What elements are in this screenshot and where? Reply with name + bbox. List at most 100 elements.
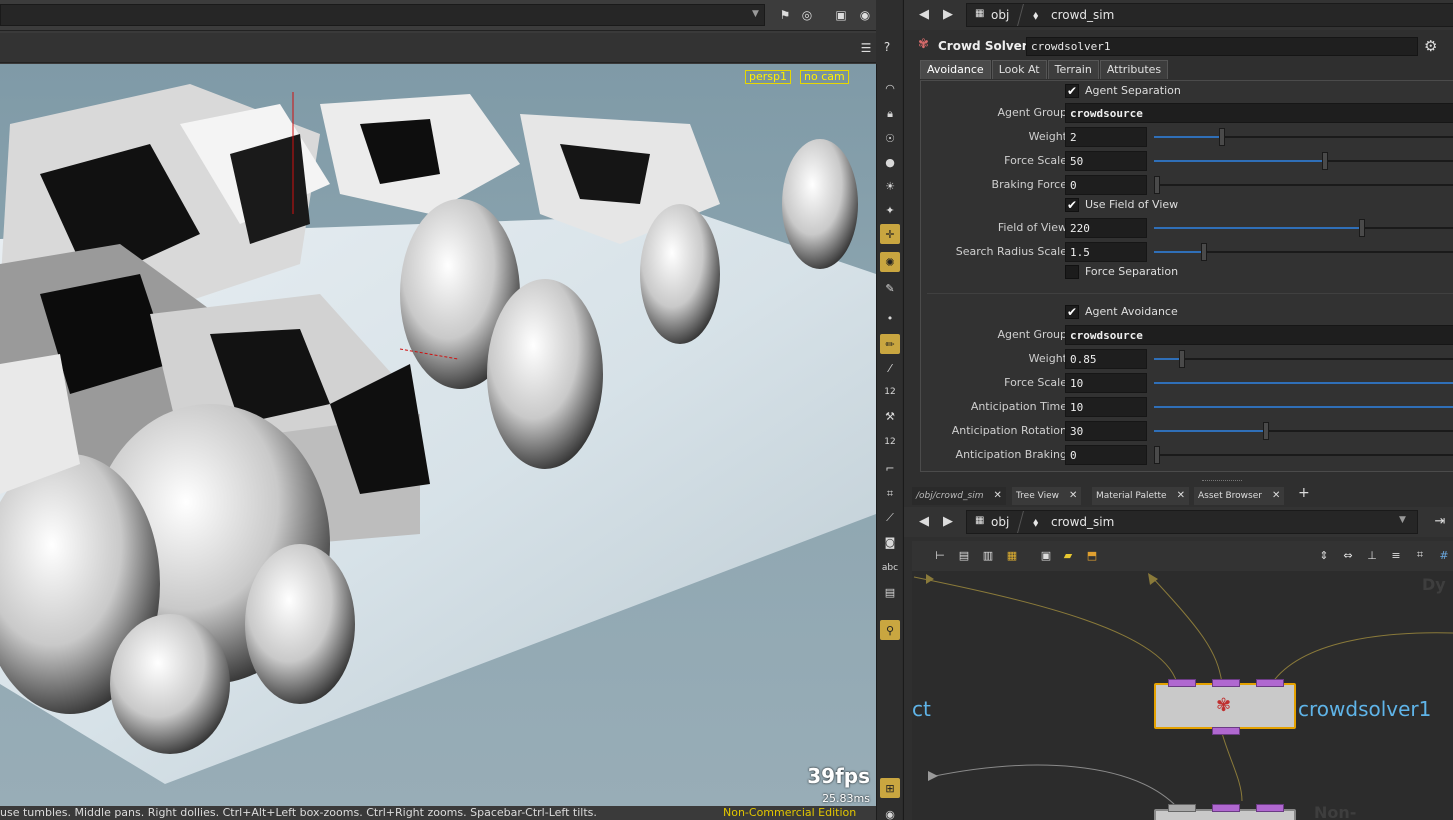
path-root[interactable]: obj — [991, 8, 1009, 22]
net-path-root[interactable]: obj — [991, 515, 1009, 529]
input-port[interactable] — [1212, 679, 1240, 687]
chevron-down-icon[interactable]: ▼ — [1399, 515, 1406, 525]
path-breadcrumb[interactable]: ▦ obj ⬧ crowd_sim — [966, 3, 1453, 27]
braking-force-slider[interactable] — [1154, 176, 1453, 194]
close-icon[interactable]: ✕ — [1177, 490, 1185, 501]
node-name-field[interactable]: crowdsolver1 — [1026, 37, 1418, 56]
align-horizontal-icon[interactable]: ⇔ — [1340, 547, 1356, 563]
sep-weight-field[interactable]: 2 — [1065, 127, 1147, 147]
corner-icon[interactable]: ⌐ — [880, 458, 900, 478]
back-icon[interactable]: ◀ — [916, 6, 932, 22]
target-icon[interactable]: ✛ — [880, 224, 900, 244]
number-icon[interactable]: 12 — [880, 382, 900, 402]
bone-icon[interactable]: ✦ — [880, 200, 900, 220]
tab-avoidance[interactable]: Avoidance — [920, 60, 991, 79]
layout-icon[interactable]: ⊞ — [880, 778, 900, 798]
desktop-dropdown[interactable]: ▼ — [0, 4, 765, 26]
back-icon[interactable]: ◀ — [916, 513, 932, 529]
3d-viewport[interactable]: persp1 no cam 39fps 25.83ms — [0, 64, 876, 807]
agent-avoidance-checkbox[interactable]: ✔ — [1065, 305, 1079, 319]
braking-force-field[interactable]: 0 — [1065, 175, 1147, 195]
dropper-icon[interactable]: ⁄ — [880, 358, 900, 378]
box-icon[interactable]: ⬒ — [1084, 547, 1100, 563]
fov-slider[interactable] — [1154, 219, 1453, 237]
close-icon[interactable]: ✕ — [993, 490, 1001, 501]
display-options-icon[interactable]: ☰ — [857, 39, 875, 57]
cam-select-menu[interactable]: no cam — [800, 70, 849, 84]
input-port[interactable] — [1256, 804, 1284, 812]
input-port[interactable] — [1212, 804, 1240, 812]
knife-icon[interactable]: ⟋ — [880, 508, 900, 528]
tab-obj-crowd-sim[interactable]: /obj/crowd_sim ✕ — [912, 487, 1006, 505]
stack-icon[interactable]: ≡ — [1388, 547, 1404, 563]
stack-icon[interactable]: ◙ — [880, 532, 900, 552]
photo-icon[interactable]: ▤ — [880, 582, 900, 602]
gear-icon[interactable]: ⚙ — [1424, 37, 1437, 55]
dot-icon[interactable]: • — [880, 308, 900, 328]
light-icon[interactable]: ☀ — [880, 176, 900, 196]
tab-look-at[interactable]: Look At — [991, 60, 1047, 79]
net-path-network[interactable]: crowd_sim — [1051, 515, 1114, 529]
anticipation-time-slider[interactable] — [1154, 406, 1453, 408]
anticipation-time-field[interactable]: 10 — [1065, 397, 1147, 417]
distribute-icon[interactable]: ⊥ — [1364, 547, 1380, 563]
pin-icon[interactable]: ⚑ — [776, 6, 794, 24]
input-port[interactable] — [1168, 679, 1196, 687]
grid-icon[interactable]: # — [1436, 547, 1452, 563]
tab-asset-browser[interactable]: Asset Browser ✕ — [1194, 487, 1285, 505]
target-icon[interactable]: ◎ — [798, 6, 816, 24]
cube-icon[interactable]: ▣ — [832, 6, 850, 24]
path-network[interactable]: crowd_sim — [1051, 8, 1114, 22]
sep-weight-slider[interactable] — [1154, 128, 1453, 146]
avo-force-scale-field[interactable]: 10 — [1065, 373, 1147, 393]
search-radius-slider[interactable] — [1154, 243, 1453, 261]
anticipation-braking-slider[interactable] — [1154, 446, 1453, 464]
use-fov-checkbox[interactable]: ✔ — [1065, 198, 1079, 212]
tree-icon[interactable]: ⊢ — [932, 547, 948, 563]
close-icon[interactable]: ✕ — [1272, 490, 1280, 501]
crowdsolver-node[interactable]: ✾ — [1154, 683, 1296, 729]
eye-icon[interactable]: ◠ — [880, 78, 900, 98]
add-tab-icon[interactable]: + — [1294, 484, 1314, 502]
image-icon[interactable]: ▣ — [1038, 547, 1054, 563]
palette-icon[interactable]: ▦ — [1004, 547, 1020, 563]
text-icon[interactable]: abc — [880, 558, 900, 578]
pose-icon[interactable]: ✺ — [880, 252, 900, 272]
avo-agent-group-field[interactable]: crowdsource — [1065, 325, 1453, 345]
eye-bottom-icon[interactable]: ◉ — [880, 804, 900, 820]
tab-terrain[interactable]: Terrain — [1047, 60, 1099, 79]
sep-force-scale-slider[interactable] — [1154, 152, 1453, 170]
input-port[interactable] — [1256, 679, 1284, 687]
avo-force-scale-slider[interactable] — [1154, 382, 1453, 384]
search-radius-field[interactable]: 1.5 — [1065, 242, 1147, 262]
agent-separation-checkbox[interactable]: ✔ — [1065, 84, 1079, 98]
network-canvas[interactable]: Dy ct ✾ crowdsolver1 Non-Commercial — [912, 571, 1453, 820]
list-icon[interactable]: ▤ — [956, 547, 972, 563]
camera-menu[interactable]: persp1 — [745, 70, 791, 84]
network-breadcrumb[interactable]: ▦ obj ⬧ crowd_sim ▼ — [966, 510, 1418, 534]
tab-attributes[interactable]: Attributes — [1099, 60, 1169, 79]
close-icon[interactable]: ✕ — [1069, 490, 1077, 501]
pen-icon[interactable]: ✎ — [880, 278, 900, 298]
skull-icon[interactable]: ☉ — [880, 128, 900, 148]
sep-force-scale-field[interactable]: 50 — [1065, 151, 1147, 171]
pin-icon[interactable]: ⚲ — [880, 620, 900, 640]
number-alt-icon[interactable]: 12 — [880, 432, 900, 452]
avo-weight-slider[interactable] — [1154, 350, 1453, 368]
brush-icon[interactable]: ✏ — [880, 334, 900, 354]
help-icon[interactable]: ? — [878, 38, 896, 56]
lock-icon[interactable]: 🔒︎ — [880, 104, 900, 124]
grid-icon[interactable]: ⌗ — [880, 484, 900, 504]
tab-tree-view[interactable]: Tree View ✕ — [1012, 487, 1082, 505]
input-port[interactable] — [1168, 804, 1196, 812]
anticipation-rotation-field[interactable]: 30 — [1065, 421, 1147, 441]
forward-icon[interactable]: ▶ — [940, 6, 956, 22]
note-icon[interactable]: ▰ — [1060, 547, 1076, 563]
force-separation-checkbox[interactable] — [1065, 265, 1079, 279]
pane-splitter[interactable] — [1202, 480, 1242, 483]
anticipation-rotation-slider[interactable] — [1154, 422, 1453, 440]
grid-snap-icon[interactable]: ⌗ — [1412, 547, 1428, 563]
tab-material-palette[interactable]: Material Palette ✕ — [1092, 487, 1189, 505]
pin-icon[interactable]: ⇥ — [1432, 513, 1448, 529]
align-vertical-icon[interactable]: ⇕ — [1316, 547, 1332, 563]
